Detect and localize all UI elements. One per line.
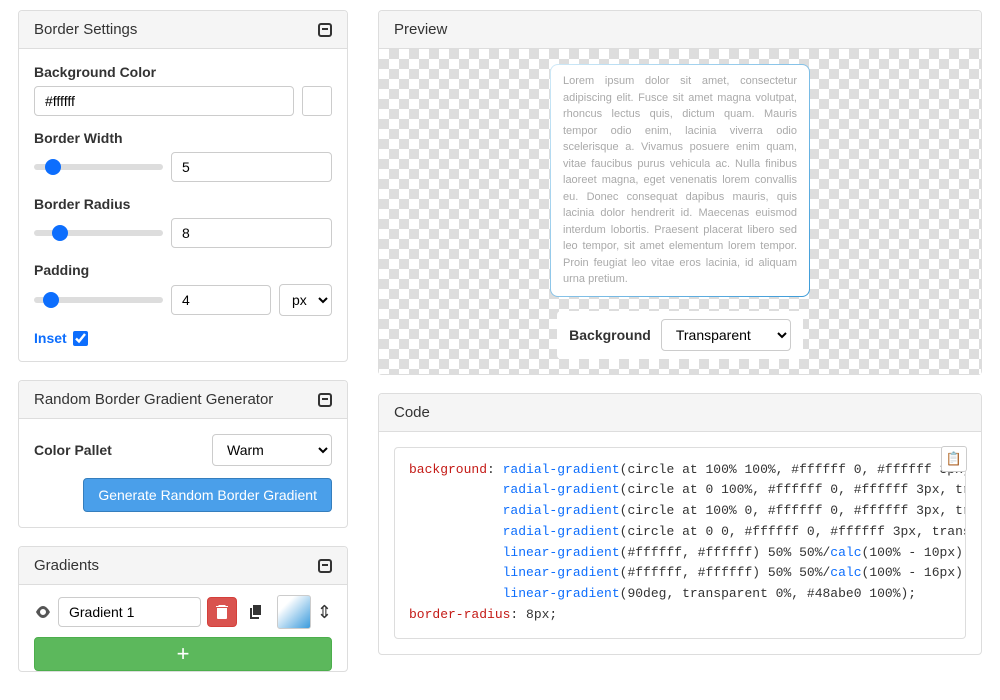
gradients-panel: Gradients ⇕ +: [18, 546, 348, 672]
border-radius-value[interactable]: [171, 218, 332, 248]
add-gradient-button[interactable]: +: [34, 637, 332, 671]
panel-title: Gradients: [34, 557, 99, 574]
panel-title: Preview: [394, 21, 447, 38]
delete-gradient-button[interactable]: [207, 597, 237, 627]
padding-value[interactable]: [171, 285, 271, 315]
bg-color-input[interactable]: [34, 86, 294, 116]
collapse-icon[interactable]: [318, 559, 332, 573]
panel-header: Preview: [379, 11, 981, 49]
padding-label: Padding: [34, 262, 332, 278]
pallet-select[interactable]: Warm: [212, 434, 332, 466]
padding-slider[interactable]: [34, 297, 163, 303]
gradient-preview-swatch[interactable]: [277, 595, 311, 629]
collapse-icon[interactable]: [318, 23, 332, 37]
gradient-name-input[interactable]: [58, 597, 201, 627]
panel-title: Code: [394, 404, 430, 421]
padding-unit-select[interactable]: px: [279, 284, 332, 316]
eye-icon[interactable]: [34, 606, 52, 618]
border-width-slider[interactable]: [34, 164, 163, 170]
copy-gradient-icon[interactable]: [243, 598, 271, 626]
pallet-label: Color Pallet: [34, 442, 202, 458]
bg-color-label: Background Color: [34, 64, 332, 80]
panel-header: Border Settings: [19, 11, 347, 49]
bg-color-swatch[interactable]: [302, 86, 332, 116]
inset-checkbox[interactable]: [73, 331, 88, 346]
generate-button[interactable]: Generate Random Border Gradient: [83, 478, 332, 512]
border-settings-panel: Border Settings Background Color Border …: [18, 10, 348, 362]
panel-title: Random Border Gradient Generator: [34, 391, 273, 408]
panel-title: Border Settings: [34, 21, 137, 38]
code-output[interactable]: background: radial-gradient(circle at 10…: [394, 447, 966, 639]
panel-header: Code: [379, 394, 981, 432]
border-radius-label: Border Radius: [34, 196, 332, 212]
code-panel: Code 📋 background: radial-gradient(circl…: [378, 393, 982, 655]
border-width-label: Border Width: [34, 130, 332, 146]
preview-panel: Preview Lorem ipsum dolor sit amet, cons…: [378, 10, 982, 375]
inset-label: Inset: [34, 330, 67, 346]
border-radius-slider[interactable]: [34, 230, 163, 236]
random-generator-panel: Random Border Gradient Generator Color P…: [18, 380, 348, 528]
panel-header: Random Border Gradient Generator: [19, 381, 347, 419]
border-width-value[interactable]: [171, 152, 332, 182]
preview-box: Lorem ipsum dolor sit amet, consectetur …: [550, 64, 810, 297]
preview-bg-label: Background: [569, 327, 651, 343]
preview-bg-select[interactable]: Transparent: [661, 319, 791, 351]
gradient-item: ⇕: [34, 595, 332, 629]
copy-code-button[interactable]: 📋: [941, 446, 967, 472]
panel-header: Gradients: [19, 547, 347, 585]
preview-area: Lorem ipsum dolor sit amet, consectetur …: [379, 49, 981, 374]
drag-handle-icon[interactable]: ⇕: [317, 602, 332, 623]
collapse-icon[interactable]: [318, 393, 332, 407]
